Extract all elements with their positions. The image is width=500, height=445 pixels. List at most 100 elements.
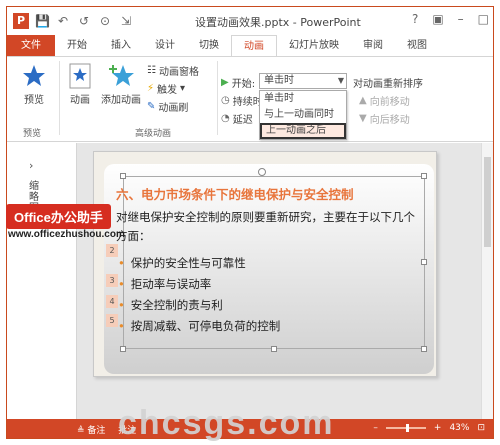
window-title: 设置动画效果.pptx - PowerPoint (195, 16, 361, 29)
arrow-up-icon: ▲ (359, 95, 367, 106)
bullet-dot-icon: • (118, 298, 125, 312)
undo-icon[interactable]: ↶ (56, 14, 70, 28)
zoom-slider[interactable] (385, 424, 426, 432)
duration-row: ◷ 持续时 (221, 93, 263, 108)
bullet-item[interactable]: • 拒动率与误动率 (118, 276, 211, 292)
bullet-item[interactable]: • 安全控制的责与利 (118, 297, 223, 313)
zoom-slider-knob[interactable] (405, 424, 409, 432)
resize-handle[interactable] (421, 259, 427, 265)
start-label: 开始: (231, 79, 256, 90)
chevron-down-icon: ▾ (180, 83, 186, 94)
notes-label: 备注 (87, 426, 106, 436)
bullet-dot-icon: • (118, 256, 125, 270)
bullet-item[interactable]: • 按周减载、可停电负荷的控制 (118, 318, 280, 334)
trigger-label: 触发 (157, 85, 178, 96)
bullet-text: 拒动率与误动率 (130, 277, 212, 291)
add-animation-icon (109, 65, 134, 86)
fit-slide-icon[interactable]: ⊡ (477, 423, 485, 433)
watermark-logo: chcsgs.com (118, 404, 335, 442)
animation-order-tag[interactable]: 5 (106, 314, 118, 327)
play-icon: ▶ (221, 77, 229, 88)
zoom-in-icon[interactable]: + (434, 423, 442, 433)
quick-access-toolbar: 💾 ↶ ↺ ⊙ ⇲ (35, 12, 133, 30)
move-later-button[interactable]: ▼ 向后移动 (359, 111, 410, 126)
ribbon-display-icon[interactable]: ▣ (432, 12, 443, 26)
dropdown-option-after-previous[interactable]: 上一动画之后 (260, 123, 346, 139)
animation-order-tag[interactable]: 3 (106, 274, 118, 287)
arrow-down-icon: ▼ (359, 113, 367, 124)
add-animation-button[interactable]: 添加动画 (99, 63, 143, 106)
tab-review[interactable]: 审阅 (351, 35, 395, 57)
resize-handle[interactable] (421, 173, 427, 179)
help-icon[interactable]: ? (412, 12, 418, 26)
tab-slideshow[interactable]: 幻灯片放映 (277, 35, 351, 57)
resize-handle[interactable] (421, 346, 427, 352)
tab-home[interactable]: 开始 (55, 35, 99, 57)
tab-file[interactable]: 文件 (7, 35, 55, 57)
title-bar: P 💾 ↶ ↺ ⊙ ⇲ 设置动画效果.pptx - PowerPoint ? ▣… (7, 7, 493, 35)
zoom-out-icon[interactable]: – (373, 423, 378, 433)
start-dropdown[interactable]: 单击时 ▼ (259, 73, 347, 89)
lightning-icon: ⚡ (147, 83, 155, 94)
delay-label: 延迟 (232, 115, 253, 126)
animation-painter-label: 动画刷 (158, 103, 189, 114)
dropdown-option-with-previous[interactable]: 与上一动画同时 (260, 107, 346, 123)
animation-pane-button[interactable]: ☷ 动画窗格 (147, 63, 199, 78)
slide-title[interactable]: 六、电力市场条件下的继电保护与安全控制 (116, 184, 354, 203)
customize-qat-icon[interactable]: ⇲ (119, 14, 133, 28)
zoom-level[interactable]: 43% (449, 423, 469, 433)
clock-icon: ◷ (221, 95, 230, 106)
delay-icon: ◔ (221, 113, 230, 124)
vertical-scrollbar[interactable] (481, 143, 493, 419)
advanced-animation-group-label: 高级动画 (135, 129, 172, 139)
bullet-text: 保护的安全性与可靠性 (130, 256, 246, 270)
resize-handle[interactable] (120, 346, 126, 352)
animation-order-tag[interactable]: 4 (106, 295, 118, 308)
animation-gallery-icon (69, 63, 91, 89)
ribbon: 预览 预览 动画 添加动画 ☷ 动画窗格 ⚡ 触发 ▾ ✎ 动画刷 高级动画 ▶… (7, 56, 493, 142)
zoom-controls: – + 43% ⊡ (373, 423, 485, 433)
animation-label: 动画 (70, 95, 90, 106)
animation-order-tag[interactable]: 2 (106, 244, 118, 257)
maximize-icon[interactable]: □ (478, 12, 489, 26)
slide-canvas[interactable]: 六、电力市场条件下的继电保护与安全控制 对继电保护安全控制的原则要重新研究，主要… (93, 151, 437, 377)
chevron-down-icon: ▼ (337, 76, 344, 85)
scrollbar-thumb[interactable] (484, 157, 491, 247)
save-icon[interactable]: 💾 (35, 14, 50, 28)
divider (217, 61, 218, 135)
bullet-text: 安全控制的责与利 (130, 298, 223, 312)
animation-pane-icon: ☷ (147, 65, 156, 76)
ribbon-tabs: 文件 开始 插入 设计 切换 动画 幻灯片放映 审阅 视图 (7, 35, 493, 57)
tab-view[interactable]: 视图 (395, 35, 439, 57)
redo-icon[interactable]: ↺ (77, 14, 91, 28)
animation-painter-button[interactable]: ✎ 动画刷 (147, 99, 188, 114)
animation-pane-label: 动画窗格 (158, 67, 199, 78)
preview-button[interactable]: 预览 (17, 63, 51, 106)
animation-button[interactable]: 动画 (65, 63, 95, 106)
dropdown-option-on-click[interactable]: 单击时 (260, 91, 346, 107)
thumbnail-pane: › 缩略图 (7, 143, 77, 419)
rotation-handle-icon[interactable] (258, 168, 266, 176)
slide-editing-area: 六、电力市场条件下的继电保护与安全控制 对继电保护安全控制的原则要重新研究，主要… (77, 143, 493, 419)
watermark-url: www.officezhushou.com (8, 229, 125, 240)
start-from-beginning-icon[interactable]: ⊙ (98, 14, 112, 28)
minimize-icon[interactable]: – (458, 12, 464, 26)
slide-body-text[interactable]: 对继电保护安全控制的原则要重新研究，主要在于以下几个方面： (116, 208, 416, 246)
powerpoint-logo-icon: P (13, 13, 29, 29)
move-earlier-label: 向前移动 (369, 97, 410, 108)
trigger-button[interactable]: ⚡ 触发 ▾ (147, 81, 185, 96)
tab-transitions[interactable]: 切换 (187, 35, 231, 57)
resize-handle[interactable] (271, 346, 277, 352)
tab-insert[interactable]: 插入 (99, 35, 143, 57)
preview-label: 预览 (24, 95, 44, 106)
move-later-label: 向后移动 (369, 115, 410, 126)
tab-design[interactable]: 设计 (143, 35, 187, 57)
resize-handle[interactable] (120, 173, 126, 179)
bullet-item[interactable]: • 保护的安全性与可靠性 (118, 255, 246, 271)
start-dropdown-list: 单击时 与上一动画同时 上一动画之后 (259, 90, 347, 140)
tab-animations[interactable]: 动画 (231, 35, 277, 57)
move-earlier-button[interactable]: ▲ 向前移动 (359, 93, 410, 108)
start-row: ▶ 开始: (221, 75, 255, 90)
window-controls: ? ▣ – □ (412, 12, 489, 26)
expand-thumbnails-icon[interactable]: › (29, 159, 33, 172)
